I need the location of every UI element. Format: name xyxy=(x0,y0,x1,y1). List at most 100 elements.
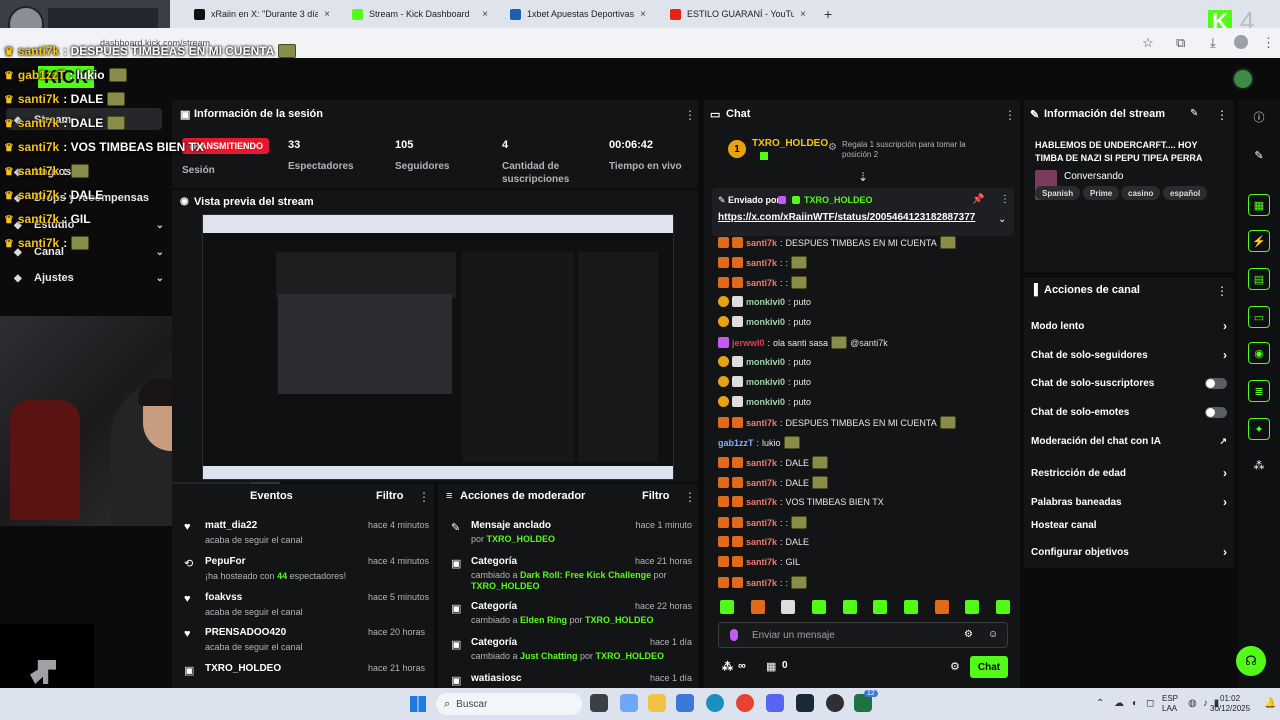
chat-username[interactable]: santi7k xyxy=(746,278,777,288)
stream-tag[interactable]: español xyxy=(1163,186,1208,200)
event-title[interactable]: matt_dia22 xyxy=(205,520,257,531)
chat-username[interactable]: santi7k xyxy=(746,458,777,468)
chat-username[interactable]: monkivi0 xyxy=(746,397,785,407)
channel-action-item[interactable]: Modo lento › xyxy=(1031,319,1227,333)
chevron-right-icon[interactable]: › xyxy=(1223,319,1227,333)
chat-send-button[interactable]: Chat xyxy=(970,656,1008,678)
copilot-icon[interactable] xyxy=(620,694,638,712)
lang-indicator[interactable]: ESP xyxy=(1162,694,1178,703)
chevron-right-icon[interactable]: › xyxy=(1223,466,1227,480)
emote-icon[interactable] xyxy=(720,600,734,614)
gift-cta[interactable]: Regala 1 suscripción para tomar la posic… xyxy=(842,140,982,160)
chat-username[interactable]: santi7k xyxy=(746,258,777,268)
clock-date[interactable]: 30/12/2025 xyxy=(1210,704,1250,713)
chevron-right-icon[interactable]: › xyxy=(1223,348,1227,362)
user-avatar[interactable] xyxy=(1232,68,1254,90)
chat-username[interactable]: monkivi0 xyxy=(746,297,785,307)
events-menu-icon[interactable]: ⋮ xyxy=(418,490,430,504)
chat-username[interactable]: gab1zzT xyxy=(718,438,754,448)
emote-icon[interactable] xyxy=(995,600,1010,614)
chevron-down-icon[interactable]: ⌄ xyxy=(156,273,164,284)
external-link-icon[interactable]: ↗ xyxy=(1219,436,1227,447)
chrome-icon[interactable] xyxy=(736,694,754,712)
close-tab-icon[interactable]: × xyxy=(800,9,806,20)
channel-action-item[interactable]: Palabras baneadas › xyxy=(1031,495,1227,509)
new-tab-button[interactable]: + xyxy=(824,6,832,22)
plugin-icon[interactable]: ⁂ xyxy=(1248,454,1270,476)
browser-menu-icon[interactable]: ⋮ xyxy=(1262,35,1275,51)
close-tab-icon[interactable]: × xyxy=(640,9,646,20)
mod-action-user[interactable]: TXRO_HOLDEO xyxy=(471,581,540,591)
points-icon[interactable]: ⁂ xyxy=(722,660,733,673)
stream-tag[interactable]: casino xyxy=(1121,186,1161,200)
browser-tab[interactable]: xRaiin en X: "Durante 3 días, M × xyxy=(186,4,338,24)
taskview-icon[interactable] xyxy=(590,694,608,712)
emoji-picker-icon[interactable]: ⚙ xyxy=(964,629,973,640)
clock-time[interactable]: 01:02 xyxy=(1220,694,1240,703)
events-filter-button[interactable]: Filtro xyxy=(376,490,404,502)
chevron-down-icon[interactable]: ⌄ xyxy=(156,247,164,258)
chat-username[interactable]: santi7k xyxy=(746,497,777,507)
browser-tab[interactable]: 1xbet Apuestas Deportivas Onl × xyxy=(502,4,654,24)
channel-action-item[interactable]: Chat de solo-seguidores › xyxy=(1031,348,1227,362)
emote-icon[interactable] xyxy=(781,600,796,614)
chat-username[interactable]: santi7k xyxy=(746,537,777,547)
mod-action-value[interactable]: Just Chatting xyxy=(520,651,578,661)
emote-icon[interactable] xyxy=(842,600,857,614)
downloads-icon[interactable]: ⤓ xyxy=(1210,35,1216,51)
info-icon[interactable]: ⓘ xyxy=(1248,106,1270,128)
event-title[interactable]: foakvss xyxy=(205,592,242,603)
category-name[interactable]: Conversando xyxy=(1064,171,1123,182)
chat-menu-icon[interactable]: ⋮ xyxy=(1004,108,1016,122)
mod-action-value[interactable]: Dark Roll: Free Kick Challenge xyxy=(520,570,651,580)
chevron-down-icon[interactable]: ⌄ xyxy=(156,220,164,231)
session-menu-icon[interactable]: ⋮ xyxy=(684,108,696,122)
chat-scroll-icon[interactable]: ⇣ xyxy=(858,170,868,184)
emote-icon[interactable] xyxy=(811,600,826,614)
channel-action-item[interactable]: Configurar objetivos › xyxy=(1031,545,1227,559)
chat-username[interactable]: santi7k xyxy=(746,478,777,488)
channel-action-item[interactable]: Hostear canal xyxy=(1031,520,1227,531)
obs-icon[interactable] xyxy=(826,694,844,712)
chat-username[interactable]: monkivi0 xyxy=(746,377,785,387)
chat-username[interactable]: santi7k xyxy=(746,238,777,248)
chat-username[interactable]: santi7k xyxy=(746,518,777,528)
mod-action-value[interactable]: TXRO_HOLDEO xyxy=(487,534,556,544)
event-title[interactable]: PepuFor xyxy=(205,556,246,567)
event-title[interactable]: PRENSADOO420 xyxy=(205,627,286,638)
profile-avatar[interactable] xyxy=(1234,35,1248,49)
toggle-switch[interactable] xyxy=(1205,407,1227,418)
kicks-icon[interactable]: ▦ xyxy=(766,660,776,673)
broadcast-icon[interactable]: ◉ xyxy=(1248,342,1270,364)
pin-icon[interactable]: 📌 xyxy=(972,194,984,205)
extensions-icon[interactable]: ⧉ xyxy=(1176,35,1185,51)
chevron-right-icon[interactable]: › xyxy=(1223,495,1227,509)
stream-info-menu-icon[interactable]: ⋮ xyxy=(1216,108,1228,122)
channel-action-item[interactable]: Chat de solo-emotes xyxy=(1031,407,1227,418)
pinned-menu-icon[interactable]: ⋮ xyxy=(1000,194,1010,205)
windows-start-icon[interactable] xyxy=(410,696,426,712)
close-tab-icon[interactable]: × xyxy=(324,9,330,20)
pinned-user[interactable]: TXRO_HOLDEO xyxy=(804,195,873,205)
chat-settings-icon[interactable]: ⚙ xyxy=(950,660,960,673)
chat-username[interactable]: santi7k xyxy=(746,557,777,567)
channel-action-item[interactable]: Moderación del chat con IA ↗ xyxy=(1031,436,1227,447)
mod-action-user[interactable]: TXRO_HOLDEO xyxy=(596,651,665,661)
edit-icon[interactable]: ✎ xyxy=(1248,144,1270,166)
top-gifter-name[interactable]: TXRO_HOLDEO xyxy=(752,138,828,149)
emote-icon[interactable] xyxy=(903,600,918,614)
lightning-icon[interactable]: ⚡ xyxy=(1248,230,1270,252)
chat-username[interactable]: jerwwl0 xyxy=(732,338,765,348)
toggle-switch[interactable] xyxy=(1205,378,1227,389)
chevron-right-icon[interactable]: › xyxy=(1223,545,1227,559)
chat-username[interactable]: santi7k xyxy=(746,578,777,588)
edit-stream-icon[interactable]: ✎ xyxy=(1190,108,1198,119)
emote-icon[interactable] xyxy=(934,600,949,614)
close-tab-icon[interactable]: × xyxy=(482,9,488,20)
emote-icon[interactable] xyxy=(965,600,980,614)
smile-icon[interactable]: ☺ xyxy=(988,629,998,640)
browser-tab[interactable]: ESTILO GUARANÍ - YouTub × xyxy=(662,4,814,24)
star-icon[interactable]: ☆ xyxy=(1142,35,1154,51)
stream-tag[interactable]: Spanish xyxy=(1035,186,1081,200)
chat-username[interactable]: monkivi0 xyxy=(746,317,785,327)
